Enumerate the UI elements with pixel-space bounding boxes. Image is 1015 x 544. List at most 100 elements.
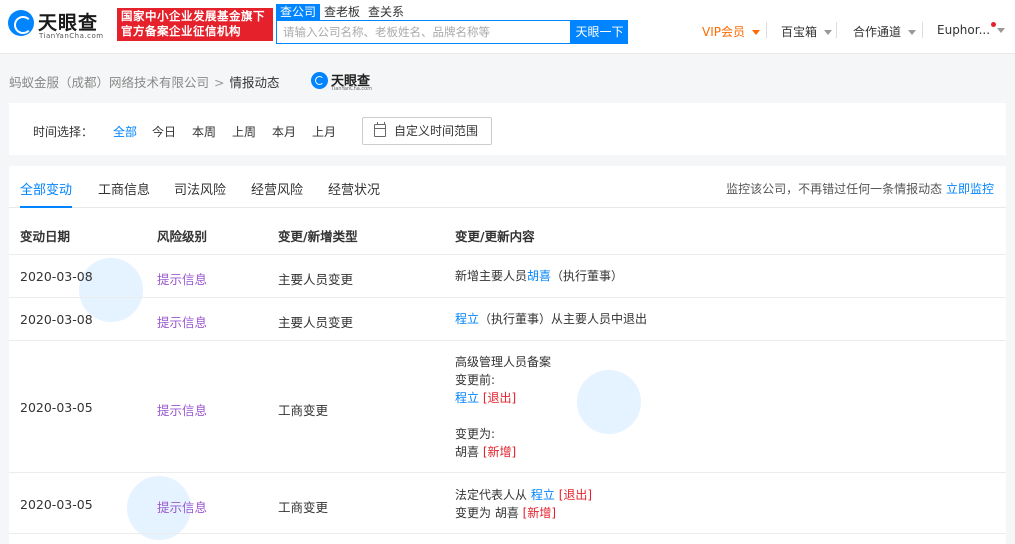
chevron-down-icon [908,30,917,35]
chevron-down-icon [824,30,833,35]
row-divider [9,472,1006,473]
content-text: 变更为 胡喜 [455,506,519,520]
time-filter-label: 时间选择： [33,125,94,139]
site-logo[interactable]: 天眼查 TianYanCha.com [8,8,108,40]
row-date: 2020-03-08 [20,269,93,284]
row-change-type: 工商变更 [278,403,329,418]
row-divider [9,297,1006,298]
nav-divider [836,22,837,38]
logo-brand-text: 天眼查 [38,12,99,34]
content-before-line: 程立 [退出] [455,389,551,407]
chevron-right-icon: > [214,75,225,90]
tab-business-info[interactable]: 工商信息 [98,179,150,198]
changes-panel: 全部变动 工商信息 司法风险 经营风险 经营状况 监控该公司，不再错过任何一条情… [9,166,1006,544]
nav-cooperate-label: 合作通道 [853,25,902,39]
row-change-type: 工商变更 [278,500,329,515]
col-header-content: 变更/更新内容 [455,229,535,244]
badge-line-1: 国家中小企业发展基金旗下 [121,9,265,23]
row-date: 2020-03-05 [20,497,93,512]
content-line-2: 变更为 胡喜 [新增] [455,504,592,522]
row-change-content: 法定代表人从 程立 [退出] 变更为 胡喜 [新增] [455,486,592,522]
custom-range-label: 自定义时间范围 [394,124,479,138]
tab-operation-risk[interactable]: 经营风险 [251,179,303,198]
nav-divider [766,22,767,38]
mini-logo-brand-en: TianYanCha.com [331,86,373,92]
nav-cooperate[interactable]: 合作通道 [853,23,917,40]
row-risk-level: 提示信息 [157,272,208,287]
mini-logo: 天眼查 TianYanCha.com [311,70,381,92]
nav-treasure-label: 百宝箱 [781,25,818,39]
row-date: 2020-03-08 [20,312,93,327]
nav-divider [922,22,923,38]
col-header-risk: 风险级别 [157,229,208,244]
new-tag: [新增] [522,506,557,520]
row-change-content: 程立（执行董事）从主要人员中退出 [455,310,647,328]
official-badge[interactable]: 国家中小企业发展基金旗下 官方备案企业征信机构 [117,8,273,41]
monitor-text: 监控该公司，不再错过任何一条情报动态 [726,182,943,196]
content-text: 新增主要人员 [455,269,528,283]
nav-vip[interactable]: VIP会员 [702,23,760,40]
person-link[interactable]: 程立 [531,488,555,502]
breadcrumb: 蚂蚁金服（成都）网络技术有限公司 > 情报动态 [9,72,280,91]
content-before-label: 变更前: [455,373,496,387]
search-tab-relation[interactable]: 查关系 [364,4,408,20]
search-button[interactable]: 天眼一下 [571,20,628,44]
row-change-content: 新增主要人员胡喜（执行董事） [455,267,623,285]
time-option-this-month[interactable]: 本月 [272,123,296,140]
mini-logo-globe-icon [311,72,328,89]
row-change-content: 高级管理人员备案 变更前: 程立 [退出] 变更为: 胡喜 [新增] [455,353,551,461]
time-option-this-week[interactable]: 本周 [192,123,216,140]
nav-user-label: Euphor... [937,23,991,37]
content-after-line: 胡喜 [新增] [455,443,551,461]
time-option-today[interactable]: 今日 [152,123,176,140]
new-tag: [新增] [482,445,517,459]
active-tab-indicator [20,206,72,208]
monitor-now-link[interactable]: 立即监控 [946,182,994,196]
person-link[interactable]: 程立 [455,312,479,326]
category-tabs: 全部变动 工商信息 司法风险 经营风险 经营状况 监控该公司，不再错过任何一条情… [9,166,1006,208]
time-option-last-month[interactable]: 上月 [312,123,336,140]
chevron-down-icon [752,30,760,35]
top-header: 天眼查 TianYanCha.com 国家中小企业发展基金旗下 官方备案企业征信… [0,0,1015,54]
row-risk-level: 提示信息 [157,315,208,330]
watermark-globe-icon [577,370,641,434]
chevron-down-icon [997,28,1006,33]
col-header-date: 变动日期 [20,229,71,244]
content-line-1: 法定代表人从 程立 [退出] [455,486,592,504]
content-title: 高级管理人员备案 [455,355,552,369]
logo-brand-en: TianYanCha.com [39,32,104,40]
nav-vip-label: VIP会员 [702,25,745,39]
time-option-all[interactable]: 全部 [113,123,137,140]
content-text: （执行董事）从主要人员中退出 [479,312,648,326]
row-divider [9,254,1006,255]
person-link[interactable]: 胡喜 [527,269,551,283]
row-divider [9,340,1006,341]
search-input[interactable] [276,20,571,44]
notification-dot [991,22,996,27]
monitor-prompt: 监控该公司，不再错过任何一条情报动态 立即监控 [726,180,994,197]
nav-treasure[interactable]: 百宝箱 [781,23,833,40]
search-tab-boss[interactable]: 查老板 [320,4,364,20]
tab-operation-status[interactable]: 经营状况 [328,179,380,198]
exit-tag: [退出] [482,391,517,405]
person-link[interactable]: 程立 [455,391,479,405]
breadcrumb-company[interactable]: 蚂蚁金服（成都）网络技术有限公司 [9,75,209,90]
row-divider [9,533,1006,534]
calendar-icon [374,122,386,137]
row-change-type: 主要人员变更 [278,272,354,287]
content-text: 法定代表人从 [455,488,528,502]
exit-tag: [退出] [558,488,593,502]
tab-judicial-risk[interactable]: 司法风险 [174,179,226,198]
row-risk-level: 提示信息 [157,403,208,418]
tab-all-changes[interactable]: 全部变动 [20,179,72,198]
time-option-last-week[interactable]: 上周 [232,123,256,140]
row-date: 2020-03-05 [20,400,93,415]
badge-line-2: 官方备案企业征信机构 [121,24,241,38]
custom-range-button[interactable]: 自定义时间范围 [362,117,492,145]
search-tab-company[interactable]: 查公司 [276,4,321,20]
search-type-tabs: 查公司 查老板 查关系 [276,4,408,20]
breadcrumb-current: 情报动态 [229,75,280,90]
row-risk-level: 提示信息 [157,500,208,515]
logo-globe-icon [8,10,34,36]
